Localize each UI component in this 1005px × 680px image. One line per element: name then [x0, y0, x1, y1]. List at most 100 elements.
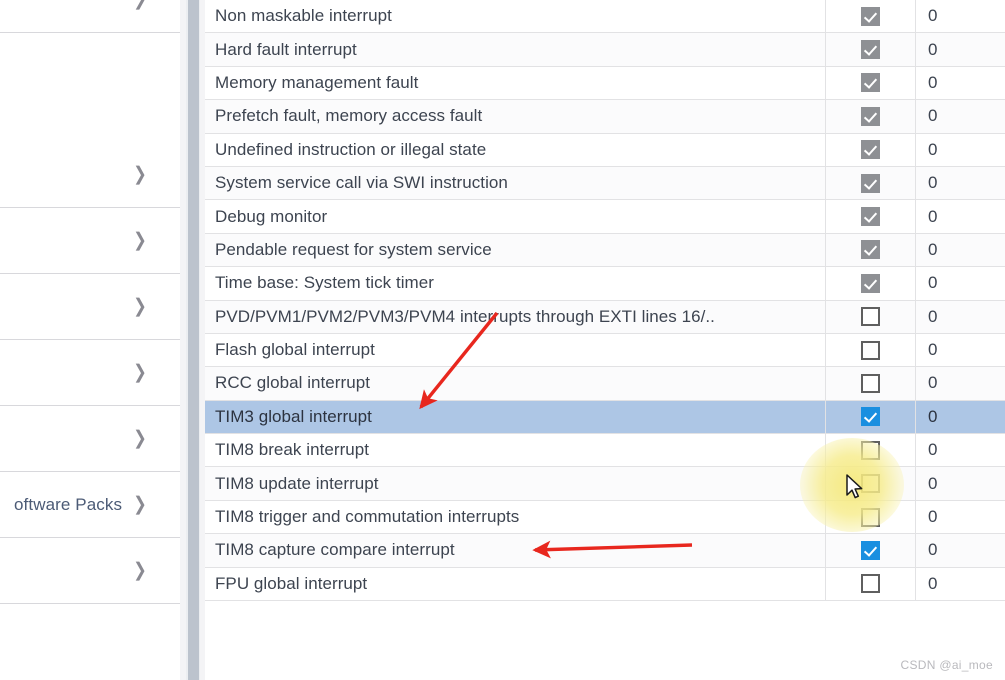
priority-cell[interactable]: 0: [915, 300, 1005, 333]
enabled-cell[interactable]: [825, 367, 915, 400]
chevron-right-icon: ❯: [133, 494, 147, 515]
enabled-cell[interactable]: [825, 33, 915, 66]
enable-checkbox[interactable]: [861, 407, 880, 427]
enabled-cell[interactable]: [825, 166, 915, 200]
table-row[interactable]: TIM8 break interrupt 0: [205, 434, 1005, 468]
priority-cell[interactable]: 0: [915, 467, 1005, 500]
enable-checkbox[interactable]: [861, 6, 880, 26]
priority-cell[interactable]: 0: [915, 367, 1005, 400]
table-row[interactable]: TIM8 update interrupt 0: [205, 467, 1005, 501]
enable-checkbox[interactable]: [861, 307, 880, 327]
table-row[interactable]: Undefined instruction or illegal state 0: [205, 133, 1005, 167]
chevron-right-icon: ❯: [133, 296, 147, 317]
sidebar-item-0[interactable]: ❯: [0, 0, 180, 33]
enabled-cell[interactable]: [825, 467, 915, 500]
enable-checkbox[interactable]: [861, 574, 880, 594]
interrupt-name-cell: System service call via SWI instruction: [215, 173, 508, 193]
enable-checkbox[interactable]: [861, 440, 880, 460]
interrupt-name-cell: RCC global interrupt: [215, 373, 371, 393]
table-row[interactable]: Pendable request for system service 0: [205, 233, 1005, 268]
sidebar-item-5[interactable]: ❯: [0, 406, 180, 472]
priority-cell[interactable]: 0: [915, 333, 1005, 367]
enable-checkbox[interactable]: [861, 40, 880, 60]
priority-cell[interactable]: 0: [915, 534, 1005, 567]
interrupt-name-cell: TIM3 global interrupt: [215, 406, 372, 426]
sidebar-item-1[interactable]: ❯: [0, 142, 180, 208]
priority-cell[interactable]: 0: [915, 500, 1005, 534]
priority-cell[interactable]: 0: [915, 0, 1005, 33]
table-row[interactable]: Time base: System tick timer 0: [205, 267, 1005, 301]
interrupt-name-cell: Non maskable interrupt: [215, 6, 392, 26]
priority-cell[interactable]: 0: [915, 66, 1005, 100]
table-row[interactable]: Memory management fault 0: [205, 66, 1005, 101]
priority-cell[interactable]: 0: [915, 100, 1005, 133]
table-row[interactable]: Non maskable interrupt 0: [205, 0, 1005, 34]
enable-checkbox[interactable]: [861, 373, 880, 393]
table-row[interactable]: Prefetch fault, memory access fault 0: [205, 100, 1005, 134]
table-empty-area: [205, 601, 1005, 680]
enabled-cell[interactable]: [825, 567, 915, 601]
enable-checkbox[interactable]: [861, 73, 880, 93]
enable-checkbox[interactable]: [861, 507, 880, 527]
enabled-cell[interactable]: [825, 534, 915, 567]
sidebar-item-4[interactable]: ❯: [0, 340, 180, 406]
enable-checkbox[interactable]: [861, 173, 880, 193]
enabled-cell[interactable]: [825, 500, 915, 534]
nvic-interrupt-table: Non maskable interrupt 0 Hard fault inte…: [205, 0, 1005, 680]
chevron-right-icon: ❯: [133, 230, 147, 251]
enabled-cell[interactable]: [825, 100, 915, 133]
enable-checkbox[interactable]: [861, 540, 880, 560]
enabled-cell[interactable]: [825, 267, 915, 300]
interrupt-name-cell: FPU global interrupt: [215, 573, 368, 593]
priority-cell[interactable]: 0: [915, 133, 1005, 166]
enabled-cell[interactable]: [825, 133, 915, 166]
table-row[interactable]: Hard fault interrupt 0: [205, 33, 1005, 67]
enabled-cell[interactable]: [825, 300, 915, 333]
enabled-cell[interactable]: [825, 233, 915, 267]
enabled-cell[interactable]: [825, 200, 915, 233]
enable-checkbox[interactable]: [861, 474, 880, 494]
interrupt-name-cell: Time base: System tick timer: [215, 273, 434, 293]
table-row[interactable]: Flash global interrupt 0: [205, 333, 1005, 368]
priority-cell[interactable]: 0: [915, 434, 1005, 467]
sidebar-item-2[interactable]: ❯: [0, 208, 180, 274]
priority-cell[interactable]: 0: [915, 400, 1005, 434]
table-row-selected[interactable]: TIM3 global interrupt 0: [205, 400, 1005, 435]
priority-cell[interactable]: 0: [915, 567, 1005, 601]
table-row[interactable]: RCC global interrupt 0: [205, 367, 1005, 401]
table-row[interactable]: TIM8 capture compare interrupt 0: [205, 534, 1005, 568]
enable-checkbox[interactable]: [861, 207, 880, 227]
interrupt-name-cell: Debug monitor: [215, 206, 328, 226]
sidebar-item-label: oftware Packs: [14, 494, 123, 514]
enabled-cell[interactable]: [825, 0, 915, 33]
chevron-right-icon: ❯: [133, 0, 147, 9]
interrupt-name-cell: Hard fault interrupt: [215, 39, 357, 59]
enable-checkbox[interactable]: [861, 240, 880, 260]
sidebar-item-software-packs[interactable]: oftware Packs ❯: [0, 472, 180, 538]
priority-cell[interactable]: 0: [915, 267, 1005, 300]
sidebar-item-3[interactable]: ❯: [0, 274, 180, 340]
priority-cell[interactable]: 0: [915, 166, 1005, 200]
enable-checkbox[interactable]: [861, 106, 880, 126]
interrupt-name-cell: Prefetch fault, memory access fault: [215, 106, 483, 126]
enable-checkbox[interactable]: [861, 340, 880, 360]
enabled-cell[interactable]: [825, 400, 915, 434]
sidebar-scrollbar-thumb[interactable]: [188, 0, 199, 680]
enabled-cell[interactable]: [825, 434, 915, 467]
table-row[interactable]: FPU global interrupt 0: [205, 567, 1005, 602]
priority-cell[interactable]: 0: [915, 200, 1005, 233]
table-row[interactable]: PVD/PVM1/PVM2/PVM3/PVM4 interrupts throu…: [205, 300, 1005, 334]
enabled-cell[interactable]: [825, 66, 915, 100]
enable-checkbox[interactable]: [861, 140, 880, 160]
enable-checkbox[interactable]: [861, 273, 880, 293]
table-row[interactable]: TIM8 trigger and commutation interrupts …: [205, 500, 1005, 535]
sidebar-item-7[interactable]: ❯: [0, 538, 180, 604]
enabled-cell[interactable]: [825, 333, 915, 367]
priority-cell[interactable]: 0: [915, 33, 1005, 66]
table-row[interactable]: Debug monitor 0: [205, 200, 1005, 234]
left-sidebar: ❯ ❯ ❯ ❯ ❯ ❯ oftware Packs ❯ ❯: [0, 0, 180, 680]
interrupt-name-cell: PVD/PVM1/PVM2/PVM3/PVM4 interrupts throu…: [215, 306, 715, 326]
priority-cell[interactable]: 0: [915, 233, 1005, 267]
table-row[interactable]: System service call via SWI instruction …: [205, 166, 1005, 201]
interrupt-name-cell: TIM8 trigger and commutation interrupts: [215, 507, 520, 527]
